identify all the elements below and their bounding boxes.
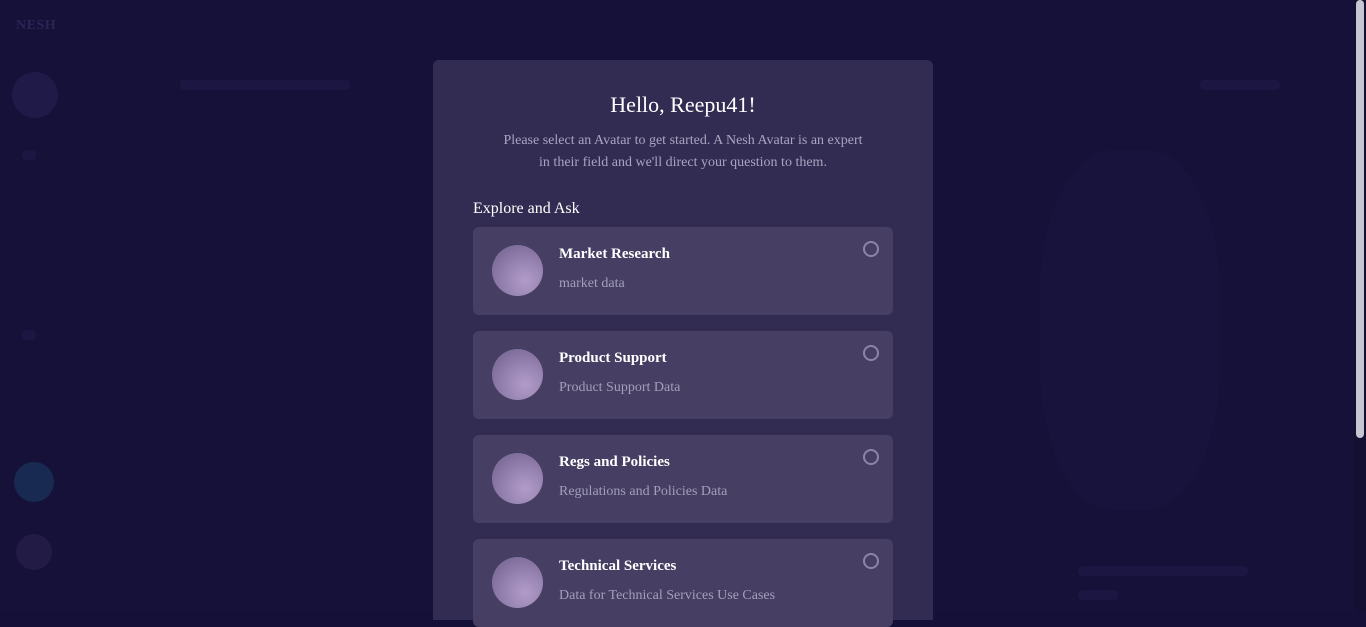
placeholder-line [22, 330, 36, 340]
avatar-card-description: market data [559, 276, 625, 291]
placeholder-line [180, 80, 350, 90]
avatar-radio-button[interactable] [863, 241, 879, 257]
avatar-image [492, 453, 543, 504]
placeholder-line [22, 150, 36, 160]
avatar-card-description: Data for Technical Services Use Cases [559, 588, 776, 603]
avatar-card-description: Product Support Data [559, 380, 681, 395]
placeholder-line [1078, 590, 1118, 600]
placeholder-line [1078, 566, 1248, 576]
avatar-image [492, 557, 543, 608]
scrollbar-track[interactable] [1354, 0, 1366, 612]
avatar-card-title: Regs and Policies [559, 454, 670, 470]
avatar-image [492, 349, 543, 400]
avatar-card-description: Regulations and Policies Data [559, 484, 728, 499]
decorative-glow [1040, 150, 1220, 510]
avatar-card-technical-services[interactable]: Technical Services Data for Technical Se… [473, 539, 893, 627]
avatar-card-title: Product Support [559, 350, 667, 366]
avatar-card-product-support[interactable]: Product Support Product Support Data [473, 331, 893, 419]
avatar-radio-button[interactable] [863, 345, 879, 361]
app-logo: NESH [16, 18, 57, 33]
section-label: Explore and Ask [473, 200, 580, 217]
placeholder-line [1200, 80, 1280, 90]
avatar-image [492, 245, 543, 296]
avatar-icon [16, 534, 52, 570]
greeting-title: Hello, Reepu41! [610, 92, 756, 117]
scrollbar-thumb[interactable] [1356, 0, 1364, 438]
avatar-card-title: Market Research [559, 246, 670, 262]
avatar-icon [14, 462, 54, 502]
avatar-radio-button[interactable] [863, 449, 879, 465]
modal-subtitle: Please select an Avatar to get started. … [503, 133, 863, 170]
avatar-radio-button[interactable] [863, 553, 879, 569]
avatar-card-market-research[interactable]: Market Research market data [473, 227, 893, 315]
user-avatar [12, 72, 58, 118]
avatar-card-regs-and-policies[interactable]: Regs and Policies Regulations and Polici… [473, 435, 893, 523]
avatar-card-title: Technical Services [559, 558, 677, 574]
avatar-select-modal: Hello, Reepu41! Please select an Avatar … [433, 60, 933, 627]
